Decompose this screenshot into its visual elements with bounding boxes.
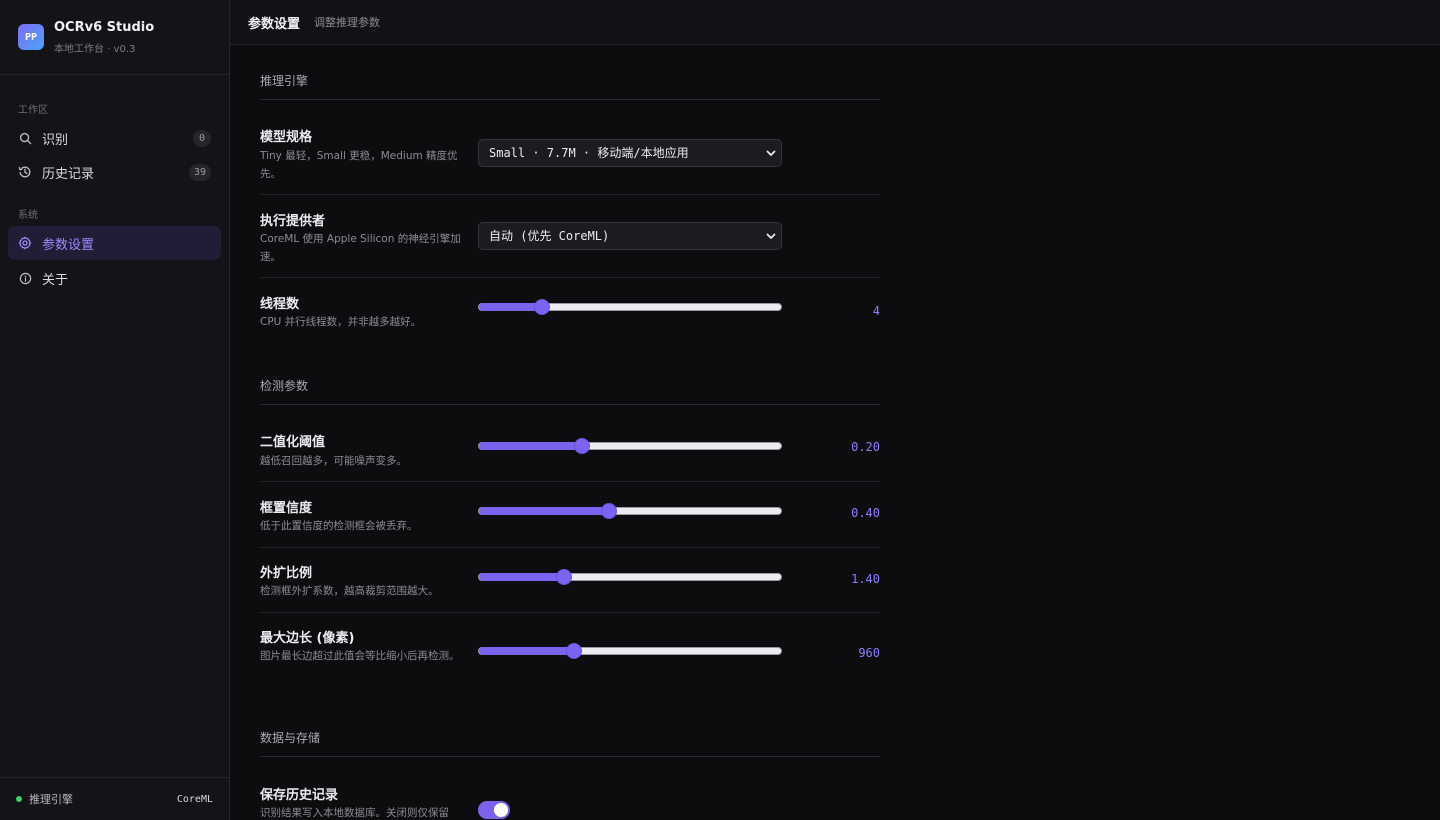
slider-fill bbox=[479, 507, 609, 515]
section-title-storage: 数据与存储 bbox=[260, 729, 880, 757]
unclip-ratio-slider[interactable] bbox=[478, 569, 782, 585]
engine-name: CoreML bbox=[176, 793, 213, 805]
binarization-threshold-value: 0.20 bbox=[851, 440, 880, 454]
setting-description: CPU 并行线程数，并非越多越好。 bbox=[260, 316, 422, 328]
sidebar-item-label: 识别 bbox=[42, 132, 69, 148]
slider-thumb[interactable] bbox=[566, 643, 583, 659]
setting-box-confidence: 框置信度 低于此置信度的检测框会被丢弃。 0.40 bbox=[260, 482, 880, 548]
slider-fill bbox=[479, 442, 582, 450]
app-name: OCRv6 Studio bbox=[54, 19, 155, 35]
box-confidence-value: 0.40 bbox=[851, 506, 880, 520]
engine-status: 推理引擎 CoreML bbox=[0, 777, 229, 820]
slider-fill bbox=[479, 573, 564, 581]
app-logo: PP bbox=[18, 24, 44, 50]
threads-value: 4 bbox=[872, 304, 880, 318]
sidebar-item-label: 参数设置 bbox=[42, 237, 95, 253]
slider-thumb[interactable] bbox=[534, 299, 551, 315]
slider-fill bbox=[479, 303, 543, 311]
setting-description: 图片最长边超过此值会等比缩小后再检测。 bbox=[260, 650, 460, 662]
info-icon bbox=[18, 271, 32, 285]
sidebar-item-history[interactable]: 历史记录 39 bbox=[8, 155, 221, 189]
slider-fill bbox=[479, 647, 575, 655]
save-history-toggle[interactable] bbox=[478, 801, 510, 819]
setting-label: 执行提供者 bbox=[260, 214, 326, 229]
setting-label: 框置信度 bbox=[260, 501, 313, 516]
setting-label: 二值化阈值 bbox=[260, 435, 326, 450]
setting-description: 低于此置信度的检测框会被丢弃。 bbox=[260, 520, 418, 532]
engine-status-label: 推理引擎 bbox=[29, 793, 73, 806]
section-title-detection: 检测参数 bbox=[260, 377, 880, 405]
gear-icon bbox=[18, 236, 32, 250]
sidebar-item-label: 历史记录 bbox=[42, 166, 95, 182]
setting-save-history: 保存历史记录 识别结果写入本地数据库。关闭则仅保留 bbox=[260, 755, 880, 820]
model-size-select[interactable]: Small · 7.7M · 移动端/本地应用 bbox=[478, 139, 782, 167]
setting-label: 外扩比例 bbox=[260, 566, 313, 581]
toggle-knob bbox=[494, 803, 508, 817]
count-badge: 0 bbox=[193, 129, 211, 147]
setting-description: CoreML 使用 Apple Silicon 的神经引擎加速。 bbox=[260, 233, 461, 263]
sidebar-item-settings[interactable]: 参数设置 bbox=[8, 226, 221, 260]
setting-label: 保存历史记录 bbox=[260, 788, 339, 803]
app-version: 本地工作台 · v0.3 bbox=[54, 43, 136, 55]
setting-description: 越低召回越多，可能噪声变多。 bbox=[260, 455, 407, 467]
unclip-ratio-value: 1.40 bbox=[851, 572, 880, 586]
nav-group-workspace: 工作区 bbox=[18, 105, 48, 116]
setting-label: 模型规格 bbox=[260, 130, 313, 145]
setting-execution-provider: 执行提供者 CoreML 使用 Apple Silicon 的神经引擎加速。 自… bbox=[260, 195, 880, 278]
slider-thumb[interactable] bbox=[555, 569, 572, 585]
setting-max-side: 最大边长 (像素) 图片最长边超过此值会等比缩小后再检测。 960 bbox=[260, 613, 880, 703]
setting-label: 最大边长 (像素) bbox=[260, 631, 355, 646]
setting-unclip-ratio: 外扩比例 检测框外扩系数，越高裁剪范围越大。 1.40 bbox=[260, 548, 880, 613]
setting-label: 线程数 bbox=[260, 297, 300, 312]
slider-thumb[interactable] bbox=[600, 503, 617, 519]
execution-provider-select[interactable]: 自动 (优先 CoreML) bbox=[478, 222, 782, 250]
nav-group-system: 系统 bbox=[18, 210, 38, 221]
brand: PP OCRv6 Studio 本地工作台 · v0.3 bbox=[0, 0, 229, 75]
page-subtitle: 调整推理参数 bbox=[314, 16, 381, 29]
setting-description: 识别结果写入本地数据库。关闭则仅保留 bbox=[260, 807, 449, 819]
max-side-slider[interactable] bbox=[478, 643, 782, 659]
sidebar: PP OCRv6 Studio 本地工作台 · v0.3 工作区 识别 0 历史… bbox=[0, 0, 230, 820]
setting-description: 检测框外扩系数，越高裁剪范围越大。 bbox=[260, 585, 439, 597]
status-dot bbox=[16, 796, 22, 802]
sidebar-item-label: 关于 bbox=[42, 272, 69, 288]
binarization-threshold-slider[interactable] bbox=[478, 438, 782, 454]
setting-model-size: 模型规格 Tiny 最轻，Small 更稳，Medium 精度优先。 Small… bbox=[260, 98, 880, 195]
page-header: 参数设置 调整推理参数 bbox=[230, 0, 1440, 45]
sidebar-item-about[interactable]: 关于 bbox=[8, 261, 221, 295]
setting-binarization-threshold: 二值化阈值 越低召回越多，可能噪声变多。 0.20 bbox=[260, 403, 880, 482]
setting-description: Tiny 最轻，Small 更稳，Medium 精度优先。 bbox=[260, 150, 458, 180]
max-side-value: 960 bbox=[858, 646, 880, 660]
history-icon bbox=[18, 165, 32, 179]
sidebar-item-recognize[interactable]: 识别 0 bbox=[8, 121, 221, 155]
search-icon bbox=[18, 131, 32, 145]
box-confidence-slider[interactable] bbox=[478, 503, 782, 519]
slider-thumb[interactable] bbox=[573, 438, 590, 454]
setting-threads: 线程数 CPU 并行线程数，并非越多越好。 4 bbox=[260, 278, 880, 348]
page-title: 参数设置 bbox=[248, 16, 301, 32]
threads-slider[interactable] bbox=[478, 299, 782, 315]
section-title-engine: 推理引擎 bbox=[260, 72, 880, 100]
count-badge: 39 bbox=[188, 163, 211, 181]
